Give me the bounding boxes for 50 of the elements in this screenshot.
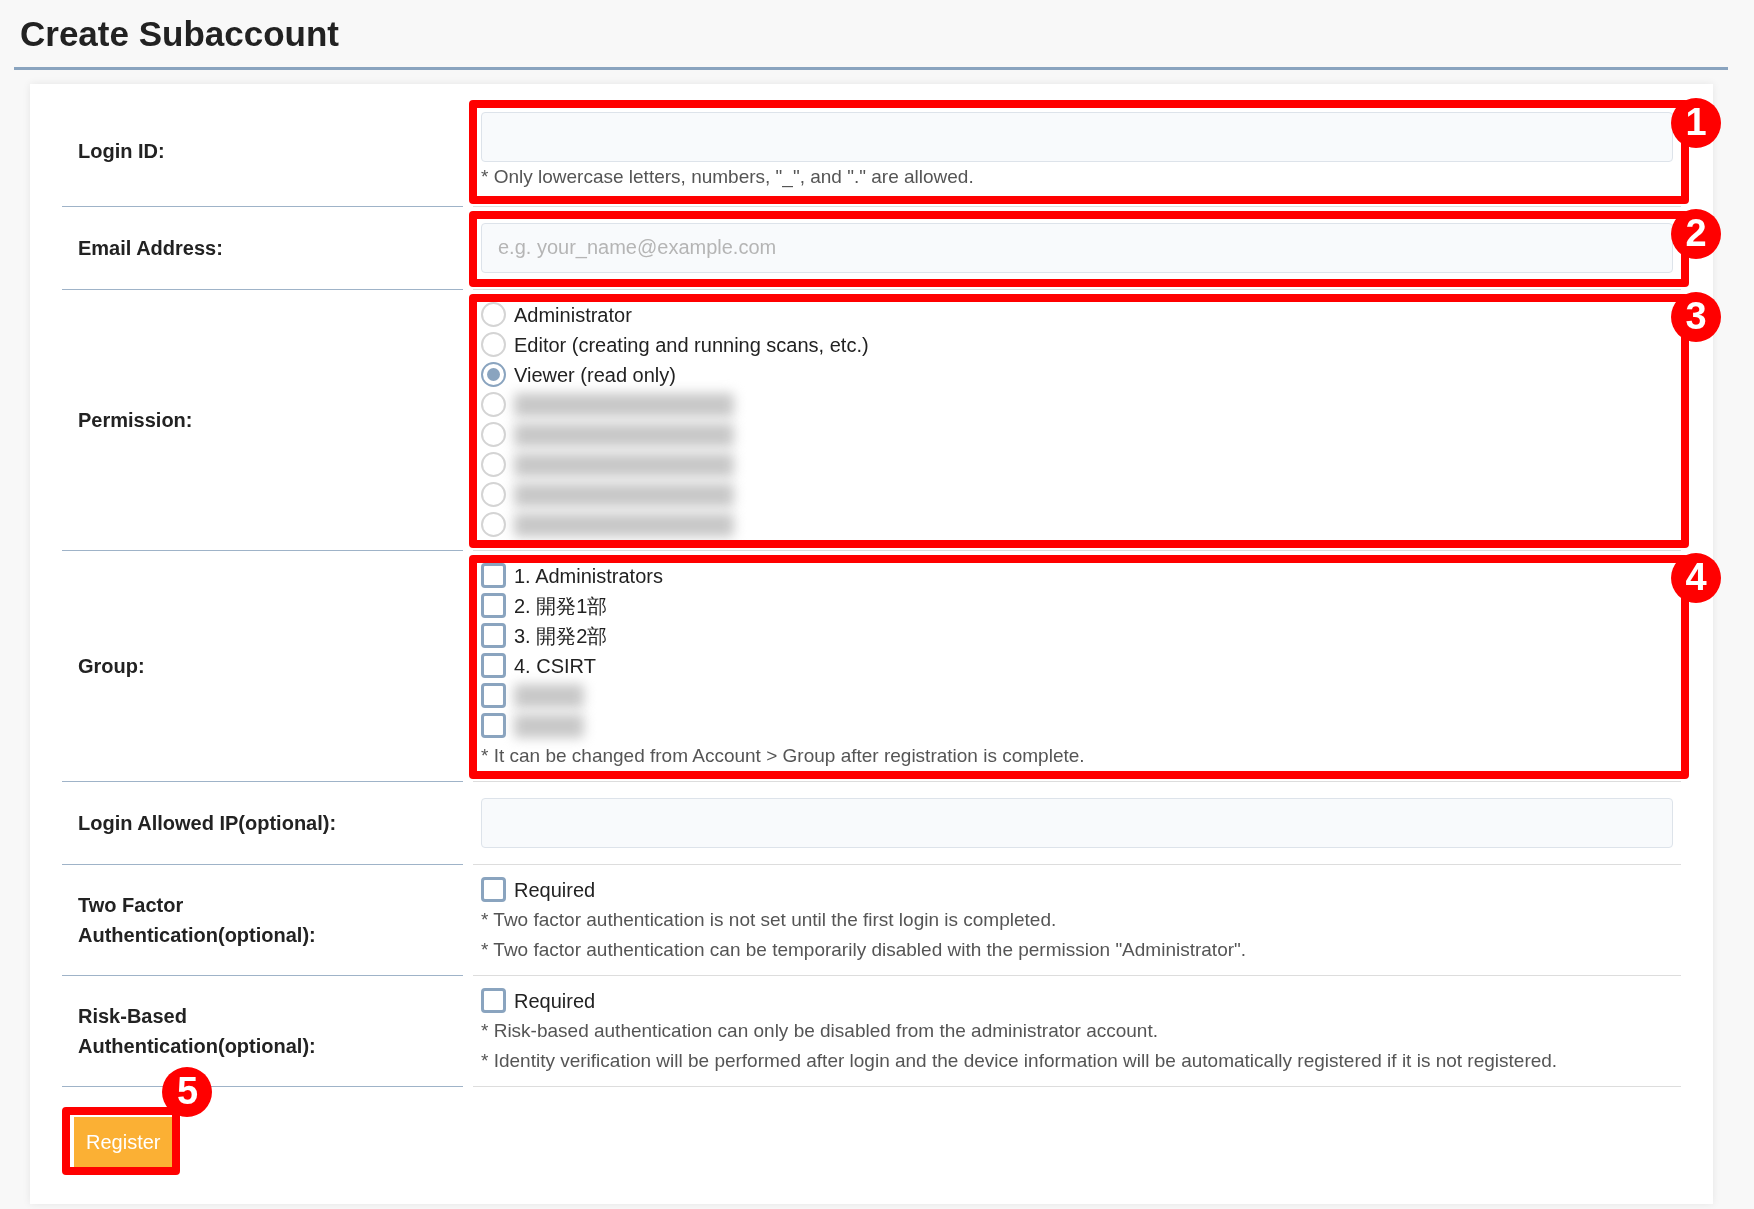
field-label: Group: (78, 653, 145, 679)
field-label: Login Allowed IP(optional): (78, 810, 337, 836)
checkbox[interactable] (481, 877, 506, 902)
radio-button[interactable] (481, 392, 506, 417)
callout-number: 2 (1671, 208, 1721, 259)
option-label: Required (514, 988, 596, 1014)
help-text: * Two factor authentication can be temporarily disabled with the permission "Administrator". (481, 937, 1248, 962)
blurred-text (514, 683, 584, 708)
callout-number: 1 (1671, 97, 1721, 148)
radio-button[interactable] (481, 452, 506, 477)
radio-button[interactable] (481, 482, 506, 507)
help-text: * It can be changed from Account > Group after registration is complete. (481, 743, 1086, 768)
help-text: * Risk-based authentication can only be disabled from the administrator account. (481, 1018, 1159, 1043)
option-label: 3. 開発2部 (514, 623, 608, 649)
option-label: Administrator (514, 302, 632, 328)
callout-number: 4 (1671, 552, 1721, 603)
help-text: * Identity verification will be performed after login and the device information will be automatically registered if it is not registered. (481, 1048, 1559, 1073)
radio-button[interactable] (481, 422, 506, 447)
help-text: * Only lowercase letters, numbers, "_", and "." are allowed. (481, 164, 975, 190)
text-field[interactable] (481, 797, 1673, 848)
checkbox[interactable] (481, 623, 506, 648)
field-label: Permission: (78, 407, 193, 433)
register-button[interactable]: Register (74, 1116, 173, 1167)
checkbox[interactable] (481, 713, 506, 738)
text-field[interactable]: e.g. your_name@example.com (481, 222, 1673, 273)
checkbox[interactable] (481, 563, 506, 588)
radio-button[interactable] (481, 362, 506, 387)
callout-number: 5 (162, 1066, 213, 1117)
option-label: 4. CSIRT (514, 653, 596, 679)
field-label: Login ID: (78, 138, 165, 164)
checkbox[interactable] (481, 988, 506, 1013)
checkbox[interactable] (481, 653, 506, 678)
radio-button[interactable] (481, 332, 506, 357)
radio-button[interactable] (481, 512, 506, 537)
field-label: Risk-Based Authentication(optional): (78, 1003, 317, 1059)
callout-number: 3 (1671, 291, 1721, 342)
option-label: 2. 開発1部 (514, 593, 608, 619)
option-label: Viewer (read only) (514, 362, 676, 388)
field-label: Two Factor Authentication(optional): (78, 892, 317, 948)
radio-button[interactable] (481, 302, 506, 327)
page-title: Create Subaccount (19, 13, 340, 55)
option-label: 1. Administrators (514, 563, 663, 589)
checkbox[interactable] (481, 683, 506, 708)
option-label: Editor (creating and running scans, etc.) (514, 332, 869, 358)
field-label: Email Address: (78, 235, 223, 261)
blurred-text (514, 713, 584, 738)
checkbox[interactable] (481, 593, 506, 618)
help-text: * Two factor authentication is not set until the first login is completed. (481, 907, 1058, 932)
text-field[interactable] (481, 111, 1673, 162)
option-label: Required (514, 877, 596, 903)
